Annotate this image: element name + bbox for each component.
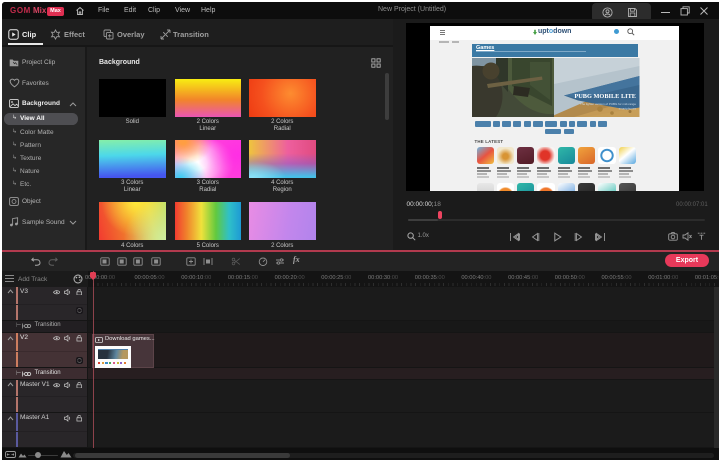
svg-text:PUBG MOBILE LITE: PUBG MOBILE LITE xyxy=(574,93,636,100)
svg-text:smartphones: smartphones xyxy=(619,106,637,110)
